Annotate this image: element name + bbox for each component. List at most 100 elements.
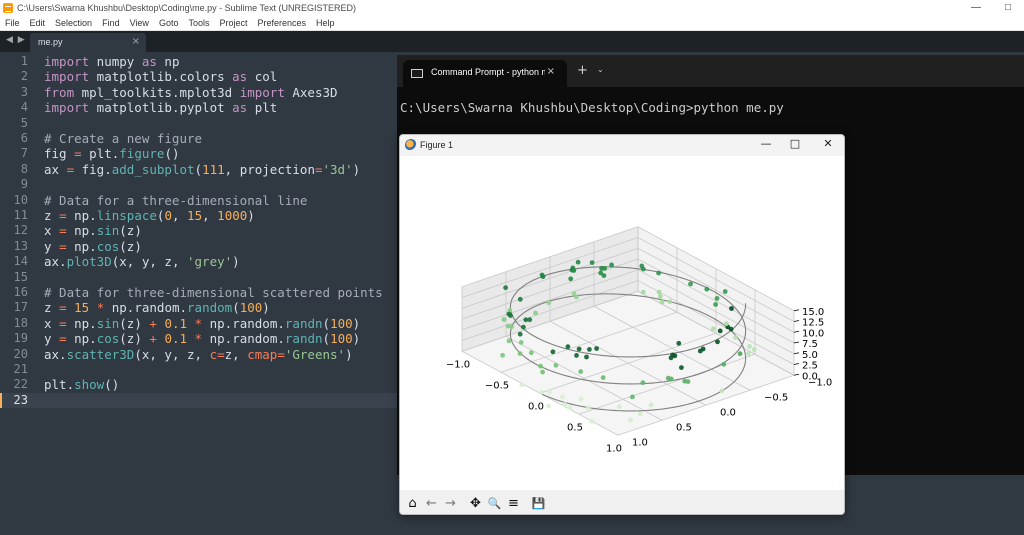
- line-number: 2: [20, 69, 28, 84]
- new-tab-button[interactable]: +: [577, 63, 588, 78]
- tab-dropdown-icon[interactable]: ⌄: [597, 65, 604, 74]
- code-line[interactable]: x = np.sin(z) + 0.1 * np.random.randn(10…: [44, 316, 360, 331]
- code-line[interactable]: import matplotlib.colors as col: [44, 69, 277, 84]
- figure-toolbar: ⌂ ← → ✥ 🔍 ≡ 💾: [400, 490, 844, 514]
- scatter-point: [659, 299, 665, 305]
- code-token: numpy: [89, 54, 142, 69]
- code-token: c=: [209, 346, 225, 362]
- code-token: np.: [66, 315, 97, 331]
- code-line[interactable]: y = np.cos(z) + 0.1 * np.random.randn(10…: [44, 331, 360, 346]
- code-token: ax.: [44, 254, 67, 270]
- tab-close-icon[interactable]: ×: [132, 36, 140, 47]
- pan-icon[interactable]: ✥: [466, 494, 485, 513]
- scatter-point: [616, 404, 622, 410]
- forward-arrow-icon[interactable]: →: [441, 494, 460, 513]
- figure-maximize-button[interactable]: □: [783, 137, 807, 150]
- code-token: =: [74, 146, 82, 162]
- line-number-gutter: 1 2 3 4 5 6 7 8 9 10 11 12 13 14 15 16 17 18 19 20 21 22 23: [0, 52, 36, 535]
- menu-selection[interactable]: Selection: [50, 18, 97, 28]
- x-tick-label: 0.0: [528, 401, 544, 412]
- figure-minimize-button[interactable]: —: [754, 137, 778, 150]
- code-line[interactable]: ax.plot3D(x, y, z, 'grey'): [44, 254, 240, 269]
- 3d-plot[interactable]: 0.0 2.55.07.510.012.515.0 −1.0 −0.5 0.0 0.5 1.…: [400, 156, 845, 490]
- home-icon[interactable]: ⌂: [403, 494, 422, 513]
- code-line[interactable]: from mpl_toolkits.mplot3d import Axes3D: [44, 85, 338, 100]
- matplotlib-figure-window[interactable]: Figure 1 — □ ✕ 0.0 2.5 5.0 7.5 10.0 12.5 15.0 −…: [399, 134, 845, 515]
- code-line[interactable]: x = np.sin(z): [44, 223, 142, 238]
- code-line[interactable]: plt.show(): [44, 377, 119, 392]
- scatter-point: [500, 352, 505, 358]
- code-line[interactable]: ax = fig.add_subplot(111, projection='3d…: [44, 162, 360, 177]
- menu-edit[interactable]: Edit: [25, 18, 51, 28]
- code-token: +: [149, 331, 157, 347]
- scatter-point: [656, 270, 661, 276]
- terminal-tab-close-icon[interactable]: ×: [547, 66, 555, 77]
- code-line[interactable]: z = 15 * np.random.random(100): [44, 300, 270, 315]
- line-number: 9: [20, 177, 28, 192]
- scatter-point: [609, 262, 614, 268]
- code-token: fig.: [74, 161, 112, 177]
- code-line[interactable]: # Data for a three-dimensional line: [44, 193, 307, 208]
- maximize-button[interactable]: □: [992, 0, 1024, 16]
- code-token: cos: [96, 238, 120, 254]
- code-token: y: [44, 331, 60, 347]
- code-line[interactable]: y = np.cos(z): [44, 239, 142, 254]
- code-token: as: [141, 54, 157, 69]
- code-token: import: [239, 84, 285, 100]
- terminal-icon: [411, 69, 423, 78]
- tab-nav-arrows-icon[interactable]: ◀ ▶: [6, 35, 26, 45]
- code-line[interactable]: fig = plt.figure(): [44, 146, 180, 161]
- scatter-point: [574, 294, 579, 300]
- menu-project[interactable]: Project: [214, 18, 252, 28]
- code-token: mpl_toolkits.mplot3d: [74, 84, 240, 100]
- scatter-point: [679, 365, 684, 370]
- code-line[interactable]: ax.scatter3D(x, y, z, c=z, cmap='Greens'…: [44, 347, 353, 362]
- code-token: (z): [119, 331, 150, 347]
- code-line[interactable]: z = np.linspace(0, 15, 1000): [44, 208, 255, 223]
- scatter-point: [688, 281, 693, 287]
- back-arrow-icon[interactable]: ←: [422, 494, 441, 513]
- minimize-button[interactable]: —: [960, 0, 992, 16]
- y-tick-label: 0.5: [676, 422, 692, 433]
- scatter-point: [571, 268, 577, 273]
- menu-goto[interactable]: Goto: [154, 18, 184, 28]
- code-line[interactable]: import numpy as np: [44, 54, 179, 69]
- code-token: (z): [119, 223, 142, 239]
- scatter-point: [640, 289, 646, 295]
- tab-me-py[interactable]: me.py ×: [30, 33, 146, 52]
- line-number: 5: [20, 115, 28, 130]
- configure-subplots-icon[interactable]: ≡: [504, 494, 523, 513]
- scatter-point: [715, 339, 720, 345]
- app-title-bar: C:\Users\Swarna Khushbu\Desktop\Coding\m…: [0, 0, 1024, 16]
- scatter-point: [586, 405, 591, 411]
- z-tick-mark: [793, 320, 800, 322]
- scatter-point: [560, 394, 565, 400]
- scatter-point: [518, 340, 524, 345]
- menu-find[interactable]: Find: [97, 18, 125, 28]
- code-token: 100: [330, 315, 353, 331]
- menu-tools[interactable]: Tools: [183, 18, 214, 28]
- figure-canvas[interactable]: 0.0 2.5 5.0 7.5 10.0 12.5 15.0 −1.0 −0.5 0.0 0.5 1.…: [400, 156, 845, 490]
- menu-file[interactable]: File: [0, 18, 25, 28]
- code-line[interactable]: # Create a new figure: [44, 131, 202, 146]
- code-token: import: [44, 100, 90, 116]
- scatter-point: [546, 403, 552, 409]
- window-title: C:\Users\Swarna Khushbu\Desktop\Coding\m…: [17, 3, 356, 13]
- terminal-tab-label: Command Prompt - python me.py: [431, 67, 545, 77]
- code-line[interactable]: import matplotlib.pyplot as plt: [44, 100, 277, 115]
- menu-help[interactable]: Help: [311, 18, 340, 28]
- menu-preferences[interactable]: Preferences: [252, 18, 311, 28]
- terminal-tab[interactable]: Command Prompt - python me.py ×: [403, 60, 567, 87]
- save-icon[interactable]: 💾: [529, 494, 548, 513]
- zoom-icon[interactable]: 🔍: [485, 494, 504, 513]
- code-token: (z): [119, 238, 142, 254]
- code-token: import: [44, 54, 90, 69]
- scatter-point: [628, 417, 633, 423]
- scatter-point: [685, 379, 691, 384]
- code-token: as: [232, 100, 248, 116]
- code-token: 'Greens': [284, 346, 346, 362]
- figure-close-button[interactable]: ✕: [816, 137, 840, 150]
- menu-view[interactable]: View: [125, 18, 154, 28]
- code-line[interactable]: # Data for three-dimensional scattered p…: [44, 285, 383, 300]
- code-token: np.random.: [202, 331, 285, 347]
